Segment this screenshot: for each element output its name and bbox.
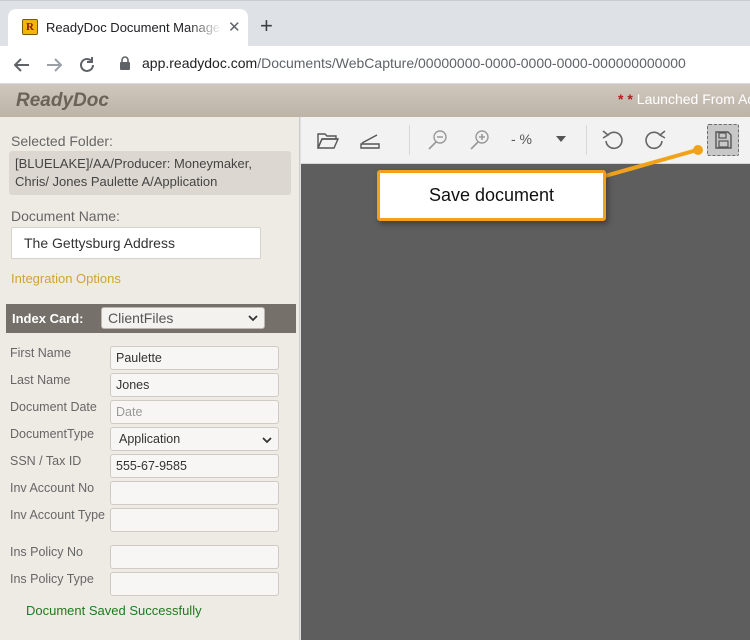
last-name-label: Last Name [10,373,71,387]
toolbar-separator [409,125,410,155]
inv-account-type-field[interactable] [110,508,279,532]
reload-icon[interactable] [76,54,98,76]
toolbar-separator [586,125,587,155]
selected-folder-label: Selected Folder: [11,133,113,149]
integration-options-link[interactable]: Integration Options [11,271,121,286]
save-document-button[interactable] [707,124,739,156]
browser-tab[interactable]: R ReadyDoc Document Management ✕ [8,9,248,47]
index-card-select[interactable]: ClientFiles [101,307,265,329]
chevron-down-icon [262,437,272,444]
tab-close-icon[interactable]: ✕ [228,18,241,36]
save-document-callout: Save document [377,170,606,221]
first-name-field[interactable]: Paulette [110,346,279,370]
new-tab-icon[interactable]: + [260,15,273,37]
folder-open-icon[interactable] [315,127,341,153]
index-card-value: ClientFiles [108,310,174,326]
index-card-bar: Index Card: ClientFiles [6,304,296,333]
document-date-field[interactable]: Date [110,400,279,424]
scanner-icon[interactable] [357,127,383,153]
selected-folder-path: [BLUELAKE]/AA/Producer: Moneymaker, Chri… [9,151,291,195]
document-date-placeholder: Date [116,405,143,419]
ins-policy-no-field[interactable] [110,545,279,569]
ins-policy-type-field[interactable] [110,572,279,596]
document-name-label: Document Name: [11,208,120,224]
url-path: /Documents/WebCapture/00000000-0000-0000… [257,55,686,71]
zoom-level: - % [511,131,532,147]
chevron-down-icon [248,315,258,322]
document-name-input[interactable]: The Gettysburg Address [11,227,261,259]
browser-toolbar: app.readydoc.com/Documents/WebCapture/00… [0,46,750,84]
lock-icon[interactable] [118,55,132,71]
back-icon[interactable] [11,54,33,76]
save-icon [715,131,732,149]
status-message: Document Saved Successfully [26,603,202,618]
last-name-field[interactable]: Jones [110,373,279,397]
inv-account-no-label: Inv Account No [10,481,95,495]
zoom-dropdown-chevron-icon[interactable] [553,131,569,147]
ssn-tax-id-label: SSN / Tax ID [10,454,82,468]
inv-account-type-label: Inv Account Type [10,508,105,522]
viewer-toolbar: - % [301,117,750,164]
forward-icon[interactable] [43,54,65,76]
ins-policy-type-label: Ins Policy Type [10,572,94,586]
ssn-tax-id-field[interactable]: 555-67-9585 [110,454,279,478]
tab-title-fade [188,17,222,39]
zoom-in-icon[interactable] [467,127,493,153]
launched-text: Launched From Ac [636,91,750,107]
document-type-value: Application [119,432,181,446]
ins-policy-no-label: Ins Policy No [10,545,83,559]
document-canvas[interactable] [301,164,750,640]
document-type-select[interactable]: Application [110,427,279,451]
browser-tabstrip: R ReadyDoc Document Management ✕ + [0,0,750,47]
readydoc-favicon-icon: R [22,19,38,35]
document-type-label: DocumentType [10,427,95,441]
address-bar[interactable]: app.readydoc.com/Documents/WebCapture/00… [142,55,686,71]
launched-from-notice: * * Launched From Ac [618,91,750,107]
url-host: app.readydoc.com [142,55,258,71]
left-panel: Selected Folder: [BLUELAKE]/AA/Producer:… [0,117,300,640]
launched-stars: * * [618,91,633,107]
index-card-label: Index Card: [12,311,84,326]
first-name-label: First Name [10,346,72,360]
document-date-label: Document Date [10,400,97,414]
rotate-left-icon[interactable] [600,127,626,153]
brand-logo: ReadyDoc [16,90,109,111]
zoom-out-icon[interactable] [425,127,451,153]
app-header: ReadyDoc * * Launched From Ac [0,84,750,117]
inv-account-no-field[interactable] [110,481,279,505]
rotate-right-icon[interactable] [642,127,668,153]
